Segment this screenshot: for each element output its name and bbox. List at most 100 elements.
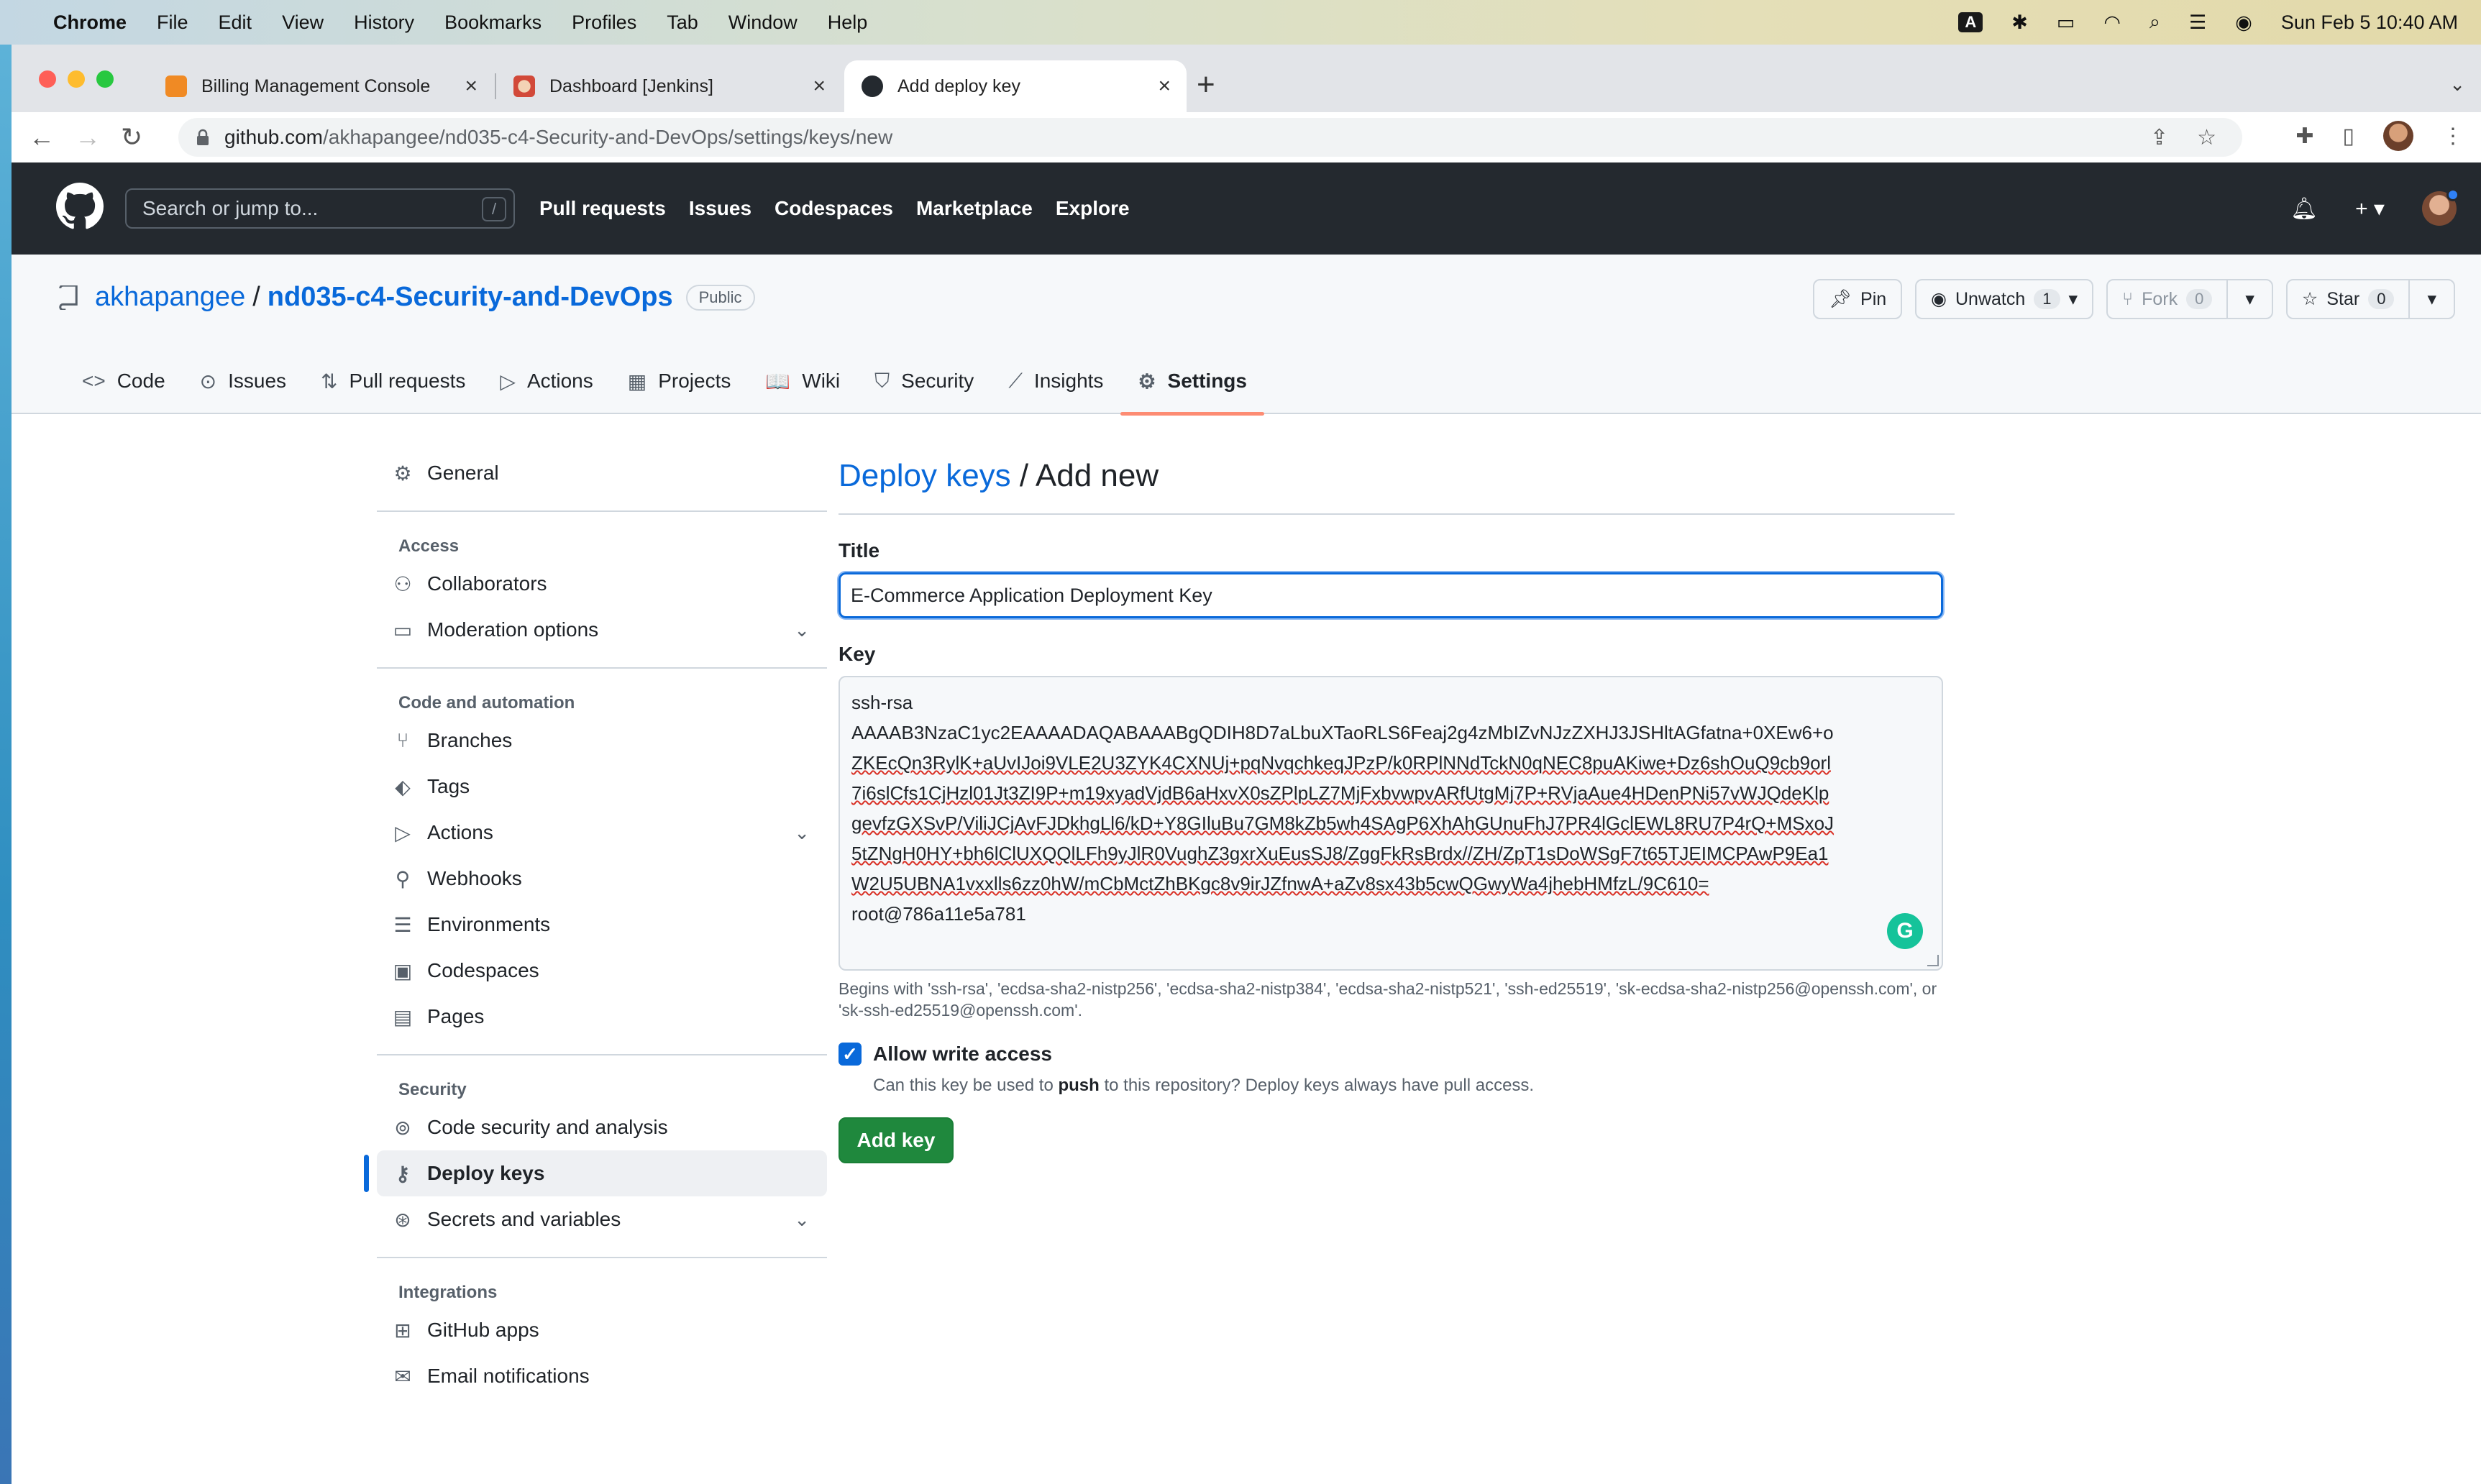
key-textarea[interactable]: ssh-rsa AAAAB3NzaC1yc2EAAAADAQABAAABgQDI… <box>839 676 1943 971</box>
side-panel-icon[interactable]: ▯ <box>2342 124 2354 149</box>
star-button[interactable]: ☆ Star 0 ▾ <box>2285 279 2455 319</box>
wifi-icon[interactable]: ◠ <box>2103 12 2121 34</box>
profile-avatar[interactable] <box>2383 121 2413 151</box>
forward-arrow-icon[interactable]: → <box>75 122 101 152</box>
siri-icon[interactable]: ◉ <box>2235 12 2252 34</box>
spotlight-icon[interactable]: ⌕ <box>2149 11 2160 34</box>
repository-header: akhapangee / nd035-c4-Security-and-DevOp… <box>12 255 2481 416</box>
bookmark-star-icon[interactable]: ☆ <box>2197 125 2216 150</box>
tab-settings[interactable]: ⚙ Settings <box>1120 348 1264 416</box>
pin-button[interactable]: 📌︎ Pin <box>1813 279 1903 319</box>
tab-projects[interactable]: ▦ Projects <box>611 348 749 414</box>
sidebar-item-environments[interactable]: ☰ Environments <box>367 902 827 948</box>
sidebar-heading-security: Security <box>398 1080 467 1099</box>
fork-button[interactable]: ⑂ Fork 0 ▾ <box>2106 279 2273 319</box>
minimize-window-icon[interactable] <box>68 70 85 88</box>
menu-tab[interactable]: Tab <box>667 12 698 34</box>
close-tab-icon[interactable]: × <box>465 74 478 99</box>
sidebar-item-webhooks[interactable]: ⚲ Webhooks <box>367 856 827 902</box>
repo-name-link[interactable]: nd035-c4-Security-and-DevOps <box>268 282 673 313</box>
menu-profiles[interactable]: Profiles <box>572 12 636 34</box>
extensions-puzzle-icon[interactable]: ✚ <box>2295 124 2313 149</box>
sidebar-item-codespaces[interactable]: ▣ Codespaces <box>367 948 827 994</box>
maximize-window-icon[interactable] <box>96 70 114 88</box>
address-bar[interactable]: github.com/akhapangee/nd035-c4-Security-… <box>178 118 2242 157</box>
repo-title: akhapangee / nd035-c4-Security-and-DevOp… <box>58 282 755 313</box>
menu-file[interactable]: File <box>157 12 188 34</box>
tab-actions[interactable]: ▷ Actions <box>483 348 610 414</box>
sidebar-item-collaborators[interactable]: ⚇ Collaborators <box>367 561 827 607</box>
share-icon[interactable]: ⇪ <box>2150 125 2168 150</box>
tab-pull-requests[interactable]: ⇅ Pull requests <box>303 348 483 414</box>
nav-issues[interactable]: Issues <box>689 197 751 220</box>
browser-window: Billing Management Console × Dashboard [… <box>12 45 2481 1484</box>
resize-handle[interactable] <box>1927 955 1939 966</box>
menu-help[interactable]: Help <box>828 12 868 34</box>
star-dropdown-chevron-icon[interactable]: ▾ <box>2408 280 2454 318</box>
menu-bookmarks[interactable]: Bookmarks <box>444 12 542 34</box>
menu-app-chrome[interactable]: Chrome <box>53 12 127 34</box>
nav-marketplace[interactable]: Marketplace <box>916 197 1033 220</box>
lock-icon[interactable] <box>196 129 210 146</box>
sidebar-item-code-security[interactable]: ⊚ Code security and analysis <box>367 1104 827 1150</box>
tab-add-deploy-key[interactable]: Add deploy key × <box>844 60 1187 112</box>
tab-insights[interactable]: ⟋ Insights <box>991 348 1120 414</box>
sidebar-item-pages[interactable]: ▤ Pages <box>367 994 827 1040</box>
sidebar-item-branches[interactable]: ⑂ Branches <box>367 718 827 764</box>
github-logo-icon[interactable] <box>56 183 104 230</box>
close-tab-icon[interactable]: × <box>813 74 826 99</box>
tab-security[interactable]: ⛉ Security <box>857 348 991 414</box>
git-branch-icon: ⑂ <box>396 729 409 751</box>
reload-icon[interactable]: ↻ <box>121 122 142 152</box>
nav-pull-requests[interactable]: Pull requests <box>539 197 666 220</box>
add-key-button[interactable]: Add key <box>839 1117 954 1163</box>
github-search-input[interactable]: Search or jump to... / <box>125 188 515 229</box>
close-window-icon[interactable] <box>39 70 56 88</box>
nav-codespaces[interactable]: Codespaces <box>775 197 893 220</box>
tab-search-chevron-icon[interactable]: ⌄ <box>2449 73 2465 96</box>
grammarly-icon[interactable]: G <box>1887 913 1923 949</box>
allow-write-label[interactable]: Allow write access <box>873 1043 1052 1066</box>
repo-owner-link[interactable]: akhapangee <box>95 282 245 313</box>
tab-wiki[interactable]: 📖 Wiki <box>748 348 857 414</box>
star-icon: ☆ <box>2301 289 2318 309</box>
pin-icon: 📌︎ <box>1829 288 1852 309</box>
tab-issues[interactable]: ⊙ Issues <box>183 348 303 414</box>
input-source-icon[interactable]: A <box>1958 12 1983 32</box>
back-arrow-icon[interactable]: ← <box>29 122 55 152</box>
play-icon: ▷ <box>395 821 411 844</box>
allow-write-checkbox[interactable]: ✓ <box>839 1043 862 1066</box>
nav-explore[interactable]: Explore <box>1056 197 1130 220</box>
user-avatar[interactable] <box>2422 188 2459 226</box>
tag-icon: ⬖ <box>395 775 411 798</box>
sidebar-item-github-apps[interactable]: ⊞ GitHub apps <box>367 1307 827 1353</box>
tab-code[interactable]: <> Code <box>65 348 183 414</box>
battery-icon[interactable]: ▭ <box>2057 12 2075 34</box>
repo-path-separator: / <box>252 282 260 312</box>
menu-edit[interactable]: Edit <box>219 12 252 34</box>
menu-view[interactable]: View <box>282 12 324 34</box>
deploy-keys-breadcrumb-link[interactable]: Deploy keys <box>839 458 1011 494</box>
unwatch-button[interactable]: ◉ Unwatch 1 ▾ <box>1915 279 2094 319</box>
control-center-icon[interactable]: ☰ <box>2189 12 2206 34</box>
sidebar-item-email-notifications[interactable]: ✉ Email notifications <box>367 1353 827 1399</box>
bluetooth-icon[interactable]: ✱ <box>2011 12 2028 34</box>
sidebar-item-general[interactable]: ⚙ General <box>367 450 827 496</box>
sidebar-item-actions[interactable]: ▷ Actions ⌄ <box>367 810 827 856</box>
menu-history[interactable]: History <box>354 12 414 34</box>
tab-billing[interactable]: Billing Management Console × <box>148 60 493 112</box>
new-tab-icon[interactable]: + <box>1197 69 1215 101</box>
menubar-clock[interactable]: Sun Feb 5 10:40 AM <box>2281 12 2458 34</box>
chrome-menu-icon[interactable]: ⋮ <box>2442 124 2464 149</box>
tab-jenkins[interactable]: Dashboard [Jenkins] × <box>496 60 841 112</box>
sidebar-item-deploy-keys[interactable]: ⚷ Deploy keys <box>364 1150 827 1196</box>
menu-window[interactable]: Window <box>728 12 798 34</box>
sidebar-item-moderation[interactable]: ▭ Moderation options ⌄ <box>367 607 827 653</box>
sidebar-item-secrets[interactable]: ⊛ Secrets and variables ⌄ <box>367 1196 827 1242</box>
close-tab-icon[interactable]: × <box>1158 74 1171 99</box>
create-new-plus-icon[interactable]: + ▾ <box>2355 196 2385 221</box>
sidebar-item-tags[interactable]: ⬖ Tags <box>367 764 827 810</box>
notifications-bell-icon[interactable]: 🔔︎ <box>2290 196 2318 221</box>
fork-dropdown-chevron-icon[interactable]: ▾ <box>2226 280 2272 318</box>
title-input[interactable] <box>837 571 1945 620</box>
